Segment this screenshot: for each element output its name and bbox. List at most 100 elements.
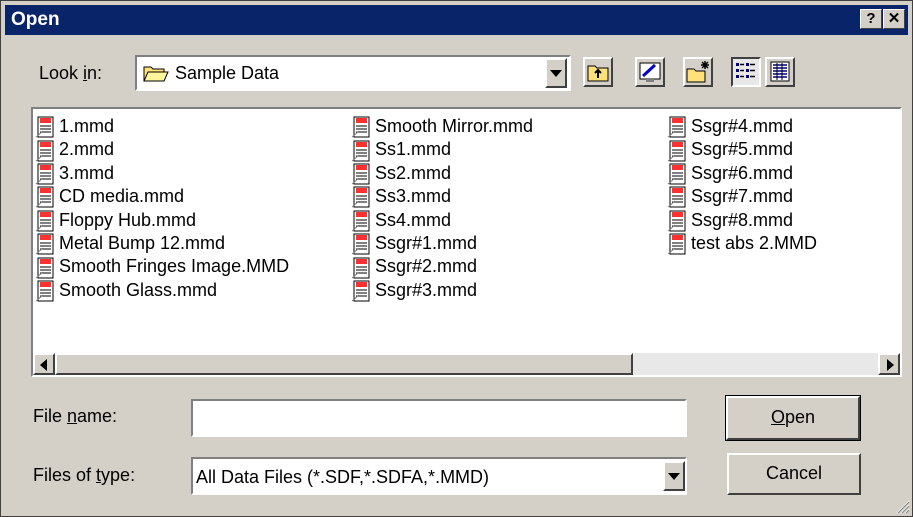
scroll-right-button[interactable] [878, 353, 900, 375]
file-item[interactable]: Ssgr#2.mmd [351, 255, 533, 279]
title-bar[interactable]: Open ? ✕ [5, 5, 908, 35]
file-item-label: Ssgr#5.mmd [691, 139, 794, 160]
files-of-type-label: Files of type: [33, 465, 136, 485]
document-icon [35, 163, 54, 185]
document-icon [667, 186, 686, 208]
file-item-label: Ssgr#1.mmd [375, 232, 478, 253]
arrow-left-icon [40, 359, 47, 371]
file-item-label: Ss4.mmd [375, 209, 452, 230]
scroll-thumb[interactable] [55, 353, 633, 375]
file-item-label: Ssgr#8.mmd [691, 209, 794, 230]
horizontal-scrollbar[interactable] [33, 353, 900, 375]
file-item[interactable]: Ssgr#6.mmd [667, 162, 817, 185]
file-item-label: Smooth Glass.mmd [59, 279, 218, 300]
document-icon [667, 233, 686, 255]
close-button[interactable]: ✕ [883, 9, 905, 29]
files-of-type-dropdown-button[interactable] [663, 461, 685, 491]
file-list[interactable]: 1.mmd 2.mmd 3.mmd CD media.mmd Floppy Hub.mm… [31, 107, 902, 377]
document-icon [667, 210, 686, 232]
file-item[interactable]: Smooth Glass.mmd [35, 279, 289, 302]
look-in-label: Look in: [39, 63, 103, 83]
file-item[interactable]: Metal Bump 12.mmd [35, 232, 289, 255]
document-icon [35, 210, 54, 232]
file-item-label: 3.mmd [59, 162, 115, 183]
file-item-label: 2.mmd [59, 139, 115, 160]
chevron-down-icon [550, 70, 562, 77]
open-button-face: Open [726, 396, 860, 440]
file-item[interactable]: CD media.mmd [35, 185, 289, 208]
file-item[interactable]: 2.mmd [35, 138, 289, 162]
open-button[interactable]: Open [725, 395, 861, 441]
file-name-label: File name: [33, 406, 118, 426]
document-icon [35, 186, 54, 208]
desktop-button[interactable] [635, 57, 665, 87]
details-view-button[interactable] [765, 57, 795, 87]
file-item-label: Ss3.mmd [375, 186, 452, 207]
file-item-label: Ss1.mmd [375, 139, 452, 160]
document-icon [351, 257, 370, 279]
document-icon [667, 140, 686, 162]
file-item-label: Ss2.mmd [375, 162, 452, 183]
document-icon [351, 186, 370, 208]
up-one-level-icon [587, 65, 609, 82]
file-item[interactable]: Smooth Mirror.mmd [351, 115, 533, 138]
file-item-label: test abs 2.MMD [691, 232, 818, 253]
file-item-label: Smooth Fringes Image.MMD [59, 256, 290, 277]
scroll-left-button[interactable] [33, 353, 55, 375]
list-view-button[interactable] [731, 57, 761, 87]
chevron-down-icon [668, 473, 680, 480]
file-item-label: Ssgr#6.mmd [691, 162, 794, 183]
file-column-2: Smooth Mirror.mmd Ss1.mmd Ss2.mmd Ss3.mmd Ss… [351, 115, 533, 302]
file-item[interactable]: Ssgr#3.mmd [351, 279, 533, 302]
file-item[interactable]: Ssgr#5.mmd [667, 138, 817, 162]
up-one-level-button[interactable] [583, 57, 613, 87]
file-item-label: Metal Bump 12.mmd [59, 232, 226, 253]
file-item[interactable]: test abs 2.MMD [667, 232, 817, 255]
file-item-label: Ssgr#3.mmd [375, 279, 478, 300]
file-item[interactable]: Ssgr#8.mmd [667, 209, 817, 232]
file-item[interactable]: Smooth Fringes Image.MMD [35, 255, 290, 279]
files-of-type-combo[interactable]: All Data Files (*.SDF,*.SDFA,*.MMD) [191, 457, 687, 495]
file-column-3: Ssgr#4.mmd Ssgr#5.mmd Ssgr#6.mmd Ssgr#7.mmd… [667, 115, 817, 255]
new-folder-button[interactable] [683, 57, 713, 87]
document-icon [351, 210, 370, 232]
look-in-dropdown-button[interactable] [545, 58, 567, 88]
file-item[interactable]: Ss4.mmd [351, 209, 533, 232]
look-in-combo[interactable]: Sample Data [135, 55, 571, 91]
file-item[interactable]: Ssgr#4.mmd [667, 115, 817, 138]
desktop-icon [639, 62, 661, 82]
file-item-label: Ssgr#4.mmd [691, 116, 794, 136]
look-in-value: Sample Data [175, 63, 280, 83]
document-icon [35, 280, 54, 302]
list-view-icon [736, 63, 755, 78]
dialog-title: Open [11, 9, 60, 30]
document-icon [351, 116, 370, 138]
file-item[interactable]: Ssgr#1.mmd [351, 232, 533, 255]
document-icon [351, 233, 370, 255]
help-button[interactable]: ? [860, 9, 882, 29]
document-icon [351, 163, 370, 185]
file-item[interactable]: Ssgr#7.mmd [667, 185, 817, 208]
document-icon [35, 116, 54, 138]
arrow-right-icon [887, 359, 894, 371]
files-of-type-value: All Data Files (*.SDF,*.SDFA,*.MMD) [196, 467, 490, 487]
file-item[interactable]: Ss3.mmd [351, 185, 533, 208]
file-item[interactable]: 1.mmd [35, 115, 289, 138]
file-item-label: 1.mmd [59, 116, 115, 136]
open-dialog: Open ? ✕ Look in: Sample Data 1.mmd 2.mm… [0, 0, 913, 517]
document-icon [351, 140, 370, 162]
file-item-label: Ssgr#7.mmd [691, 186, 794, 207]
file-item[interactable]: Ss1.mmd [351, 138, 533, 162]
file-item[interactable]: 3.mmd [35, 162, 289, 185]
file-item-label: Smooth Mirror.mmd [375, 116, 534, 136]
file-item-label: Floppy Hub.mmd [59, 209, 197, 230]
folder-icon [143, 66, 169, 82]
new-folder-icon [686, 61, 709, 83]
file-column-1: 1.mmd 2.mmd 3.mmd CD media.mmd Floppy Hub.mm… [35, 115, 289, 302]
file-item-label: Ssgr#2.mmd [375, 256, 478, 277]
cancel-button[interactable]: Cancel [727, 453, 861, 495]
file-item[interactable]: Ss2.mmd [351, 162, 533, 185]
file-item[interactable]: Floppy Hub.mmd [35, 209, 289, 232]
resize-grip-icon[interactable] [894, 498, 910, 514]
file-name-input[interactable] [191, 399, 687, 437]
